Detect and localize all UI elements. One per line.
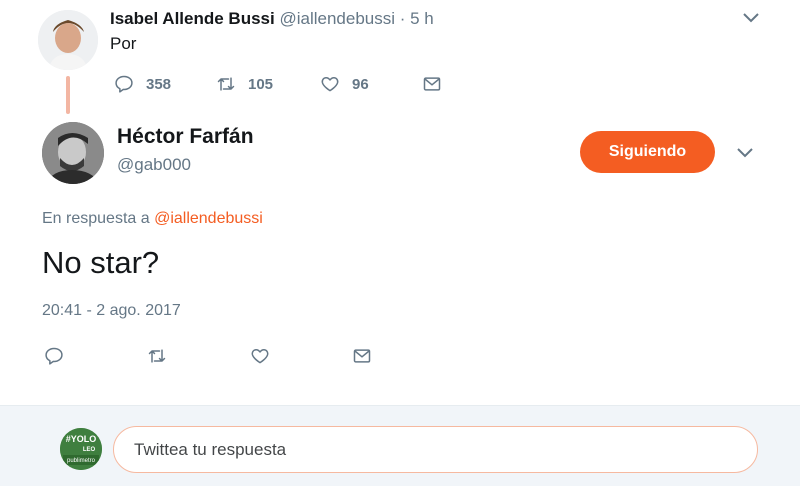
- avatar-portrait: [42, 122, 104, 184]
- like-button[interactable]: [250, 344, 270, 368]
- svg-text:publimetro: publimetro: [67, 458, 96, 464]
- chevron-down-icon[interactable]: [740, 7, 762, 29]
- svg-text:#YOLO: #YOLO: [66, 434, 97, 444]
- parent-dm-button[interactable]: [422, 72, 442, 96]
- parent-author-handle[interactable]: @iallendebussi: [279, 9, 395, 28]
- parent-reply-count: 358: [146, 75, 172, 93]
- reply-input[interactable]: [113, 426, 758, 473]
- chevron-down-icon[interactable]: [734, 142, 756, 164]
- current-user-avatar[interactable]: #YOLO LEO publimetro: [60, 428, 102, 470]
- reply-context-prefix: En respuesta a: [42, 210, 150, 227]
- reply-icon: [115, 75, 133, 93]
- parent-retweet-button[interactable]: 105: [216, 72, 273, 96]
- reply-icon: [45, 347, 63, 365]
- parent-retweet-count: 105: [248, 75, 274, 93]
- dm-button[interactable]: [352, 344, 372, 368]
- author-name[interactable]: Héctor Farfán: [117, 125, 254, 149]
- reply-context: En respuesta a @iallendebussi: [42, 210, 263, 228]
- envelope-icon: [423, 77, 441, 91]
- tweet-timestamp[interactable]: 20:41 - 2 ago. 2017: [42, 302, 181, 320]
- author-handle[interactable]: @gab000: [117, 155, 191, 175]
- parent-like-button[interactable]: 96: [320, 72, 369, 96]
- parent-author-name[interactable]: Isabel Allende Bussi: [110, 9, 275, 28]
- heart-icon: [251, 349, 269, 364]
- thread-connector-line: [66, 76, 70, 114]
- parent-author-avatar[interactable]: [38, 10, 98, 70]
- retweet-icon: [217, 77, 235, 91]
- avatar-portrait: [38, 10, 98, 70]
- tweet-text: No star?: [42, 245, 160, 280]
- reply-button[interactable]: [44, 344, 64, 368]
- heart-icon: [321, 77, 339, 92]
- retweet-button[interactable]: [147, 344, 167, 368]
- reply-composer: #YOLO LEO publimetro: [0, 405, 800, 486]
- parent-tweet-header: Isabel Allende Bussi @iallendebussi · 5 …: [110, 8, 434, 30]
- retweet-icon: [148, 349, 166, 363]
- reply-context-mention[interactable]: @iallendebussi: [154, 210, 263, 227]
- avatar-logo: #YOLO LEO publimetro: [60, 428, 102, 470]
- parent-reply-button[interactable]: 358: [114, 72, 171, 96]
- parent-tweet-text: Por: [110, 34, 137, 53]
- parent-tweet-time[interactable]: · 5 h: [400, 9, 434, 28]
- parent-like-count: 96: [352, 75, 369, 93]
- author-avatar[interactable]: [42, 122, 104, 184]
- following-button[interactable]: Siguiendo: [580, 131, 715, 173]
- svg-text:LEO: LEO: [83, 447, 96, 453]
- envelope-icon: [353, 349, 371, 363]
